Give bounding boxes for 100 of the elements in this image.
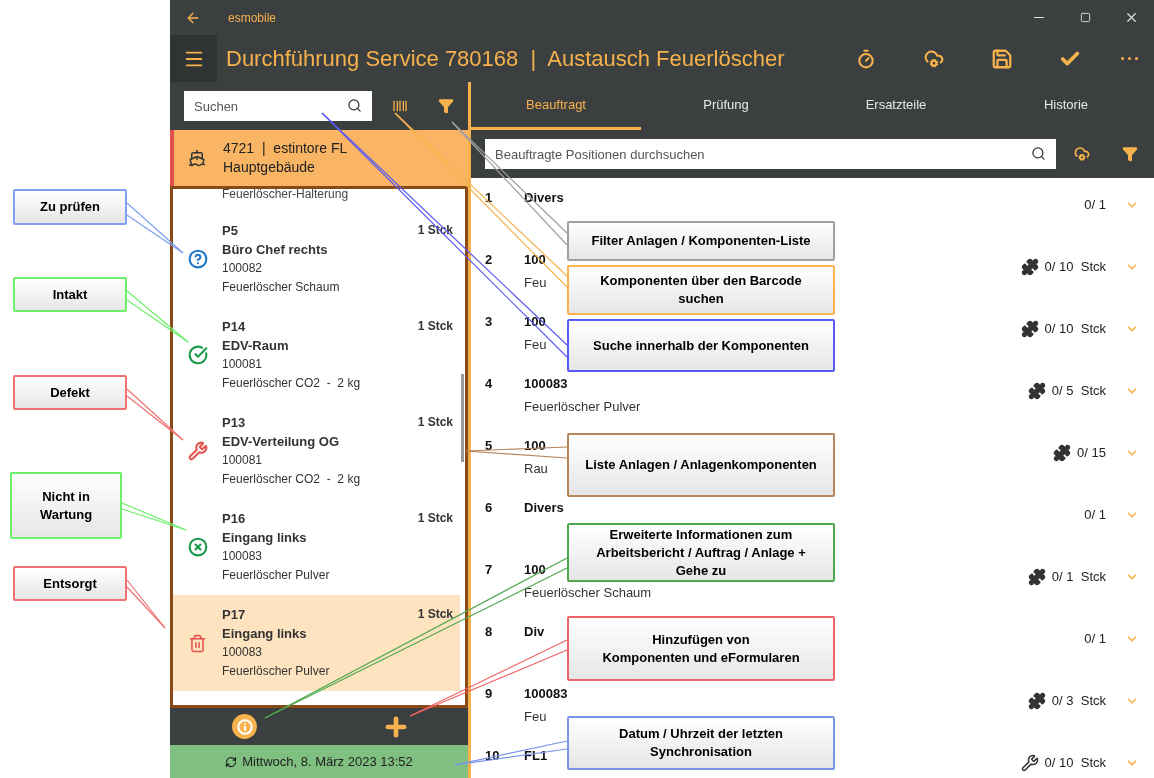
puzzle-icon xyxy=(1027,381,1046,400)
ship-icon xyxy=(188,149,206,167)
filter-icon xyxy=(438,98,454,114)
component-item[interactable]: P17 1 Stck Eingang links 100083 Feuerlöscher Pulver xyxy=(173,595,460,691)
search-field[interactable]: Suchen xyxy=(184,91,372,121)
leader-line xyxy=(126,290,189,343)
position-number: 4 xyxy=(484,375,494,393)
item-number: 100081 xyxy=(222,452,264,469)
item-position: P16 xyxy=(222,510,246,528)
info-button[interactable] xyxy=(232,714,257,739)
item-name: EDV-Verteilung OG xyxy=(222,433,341,451)
position-count: 0/ 1 Stck xyxy=(1051,568,1106,586)
item-position: P14 xyxy=(222,318,246,336)
position-count: 0/ 5 Stck xyxy=(1051,382,1106,400)
position-count: 0/ 1 xyxy=(1084,196,1106,214)
leader-line xyxy=(126,579,166,629)
position-number: 1 xyxy=(484,189,494,207)
callout: Nicht in Wartung xyxy=(10,472,122,539)
sync-time: Mittwoch, 8. März 2023 13:52 xyxy=(242,752,413,771)
list-item-text: Feuerlöscher-Halterung xyxy=(221,189,350,203)
leader-line xyxy=(126,388,184,441)
position-count: 0/ 10 Stck xyxy=(1044,320,1106,338)
position-title: 100083 xyxy=(524,685,568,703)
object-title: 4721 | estintore FL xyxy=(223,139,348,158)
wrench-icon xyxy=(1020,753,1039,772)
position-number: 10 xyxy=(484,747,501,765)
item-number: 100083 xyxy=(222,548,264,565)
wrench-icon xyxy=(187,441,208,461)
item-description: Feuerlöscher Pulver xyxy=(222,663,331,680)
leader-line xyxy=(126,202,184,254)
item-description: Feuerlöscher Pulver xyxy=(222,567,331,584)
position-title: Divers xyxy=(524,499,564,517)
position-number: 5 xyxy=(484,437,494,455)
check-circle-icon xyxy=(187,345,208,365)
position-title: 100 xyxy=(524,437,547,455)
cloud-icon xyxy=(924,48,944,69)
position-subtitle: Rau xyxy=(524,460,548,478)
callout: Liste Anlagen / Anlagenkomponenten xyxy=(567,433,835,497)
item-quantity: 1 Stck xyxy=(417,510,453,527)
position-subtitle: Feu xyxy=(524,274,547,292)
position-title: 100083 xyxy=(524,375,569,393)
position-subtitle: Feuerlöscher Pulver xyxy=(524,398,641,416)
position-number: 7 xyxy=(484,561,494,579)
scrollbar[interactable] xyxy=(461,374,464,462)
item-number: 100082 xyxy=(222,260,264,277)
position-count: 0/ 1 xyxy=(1084,630,1106,648)
puzzle-icon xyxy=(1027,691,1046,710)
search-icon xyxy=(1031,146,1046,161)
item-quantity: 1 Stck xyxy=(417,606,453,623)
callout: Intakt xyxy=(13,277,127,312)
tab[interactable]: Historie xyxy=(981,82,1151,130)
item-quantity: 1 Stck xyxy=(417,414,453,431)
positions-search-field[interactable]: Beauftragte Positionen durchsuchen xyxy=(485,139,1056,169)
item-description: Feuerlöscher CO2 - 2 kg xyxy=(222,471,362,488)
item-position: P5 xyxy=(222,222,238,240)
position-count: 0/ 10 Stck xyxy=(1044,754,1106,772)
callout: Defekt xyxy=(13,375,127,410)
callout: Entsorgt xyxy=(13,566,127,601)
puzzle-icon xyxy=(1027,567,1046,586)
position-title: Div xyxy=(524,623,545,641)
trash-icon xyxy=(188,633,207,653)
position-count: 0/ 3 Stck xyxy=(1051,692,1106,710)
puzzle-icon xyxy=(1020,319,1039,338)
leader-line xyxy=(121,502,187,531)
item-description: Feuerlöscher CO2 - 2 kg xyxy=(222,375,362,392)
sync-icon xyxy=(225,755,238,768)
object-subtitle: Hauptgebäude xyxy=(223,158,316,177)
maximize-icon xyxy=(1079,12,1091,23)
minimize-icon xyxy=(1034,17,1044,18)
filter-icon xyxy=(1122,146,1138,162)
tab[interactable]: Ersatzteile xyxy=(811,82,981,130)
menu-button[interactable] xyxy=(170,35,217,82)
info-icon xyxy=(236,718,253,735)
selected-object[interactable]: 4721 | estintore FL Hauptgebäude xyxy=(170,130,468,186)
tab[interactable]: Prüfung xyxy=(641,82,811,130)
stopwatch-icon xyxy=(856,48,876,69)
position-title: 100 xyxy=(524,561,547,579)
item-position: P13 xyxy=(222,414,246,432)
item-quantity: 1 Stck xyxy=(417,318,453,335)
puzzle-icon xyxy=(1020,257,1039,276)
callout: Hinzufügen von Komponenten und eFormularen xyxy=(567,616,835,681)
item-name: Eingang links xyxy=(222,625,308,643)
position-count: 0/ 1 xyxy=(1084,506,1106,524)
x-circle-icon xyxy=(187,537,208,557)
question-icon xyxy=(187,249,208,269)
callout: Erweiterte Informationen zum Arbeitsbericht / Auftrag / Anlage + Gehe zu xyxy=(567,523,835,582)
position-number: 3 xyxy=(484,313,494,331)
position-subtitle: Feu xyxy=(524,708,548,726)
save-icon xyxy=(991,47,1013,70)
callout: Filter Anlagen / Komponenten-Liste xyxy=(567,221,835,261)
cloud-icon xyxy=(1074,146,1090,162)
position-subtitle: Feu xyxy=(524,336,547,354)
item-name: Büro Chef rechts xyxy=(222,241,329,259)
position-count: 0/ 15 xyxy=(1077,444,1106,462)
item-number: 100083 xyxy=(222,644,264,661)
item-number: 100081 xyxy=(222,356,264,373)
window-title: esmobile xyxy=(228,9,277,27)
item-name: EDV-Raum xyxy=(222,337,290,355)
position-number: 6 xyxy=(484,499,494,517)
item-description: Feuerlöscher Schaum xyxy=(222,279,341,296)
